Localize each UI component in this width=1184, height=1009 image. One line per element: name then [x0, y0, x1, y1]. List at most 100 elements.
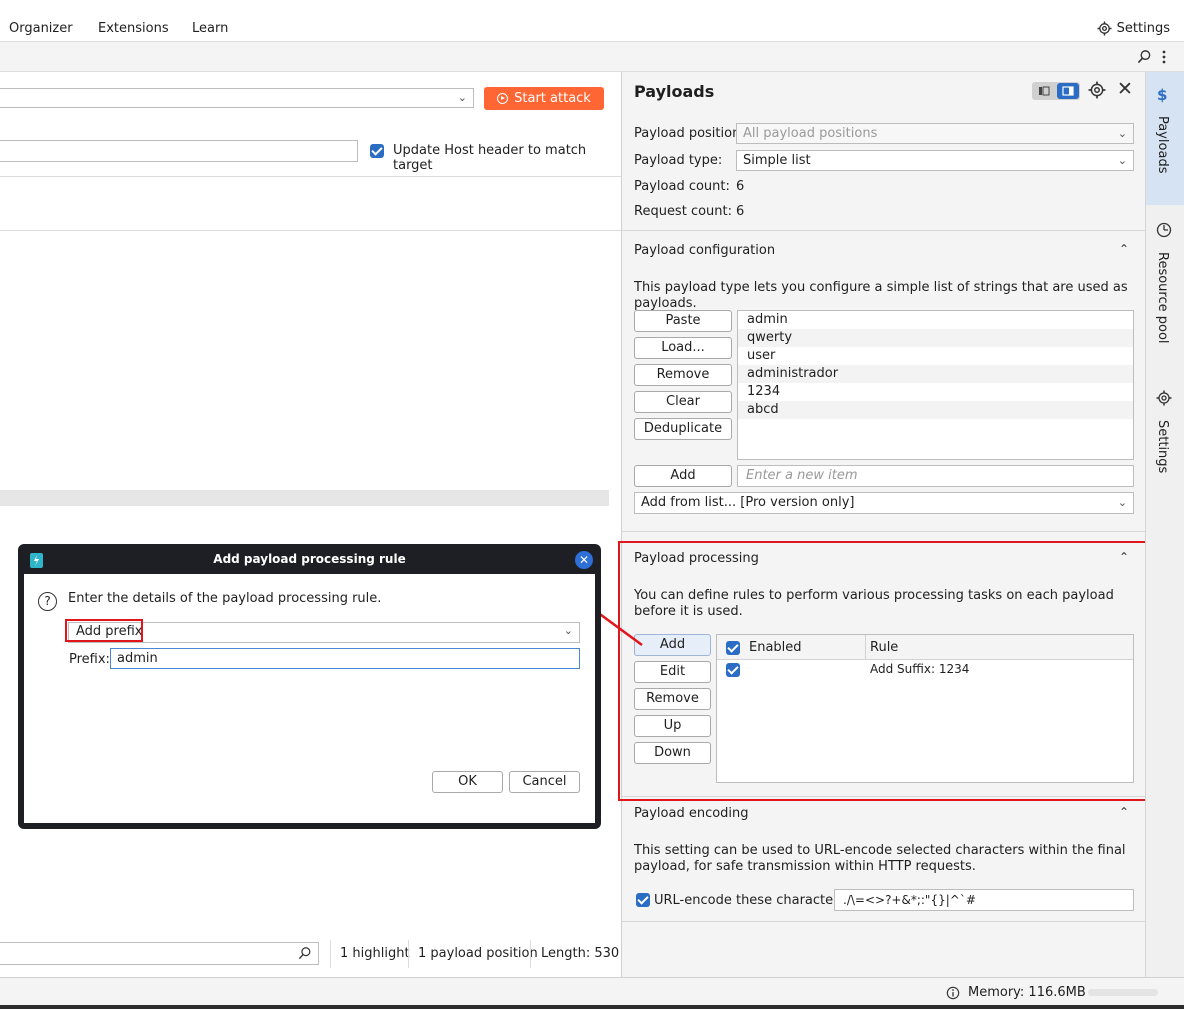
payload-count-value: 6	[736, 179, 745, 194]
payload-encoding-title: Payload encoding	[634, 806, 749, 821]
target-host-input[interactable]	[0, 140, 358, 162]
prefix-label: Prefix:	[69, 652, 110, 667]
remove-button[interactable]: Remove	[634, 364, 732, 386]
clear-button[interactable]: Clear	[634, 391, 732, 413]
payload-encoding-description: This setting can be used to URL-encode s…	[634, 843, 1126, 874]
info-icon	[946, 986, 960, 999]
dialog-instruction: Enter the details of the payload process…	[68, 591, 382, 606]
help-icon: ?	[38, 592, 57, 611]
divider	[530, 940, 531, 968]
payload-configuration-description: This payload type lets you configure a s…	[634, 280, 1128, 311]
chevron-down-icon: ⌄	[1117, 496, 1127, 509]
dialog-title: Add payload processing rule	[213, 552, 406, 566]
gear-icon	[1097, 21, 1112, 36]
memory-indicator: Memory: 116.6MB	[946, 985, 1086, 1000]
payload-count-label: Payload count:	[634, 179, 730, 194]
payloads-title: Payloads	[634, 82, 715, 101]
paste-button[interactable]: Paste	[634, 310, 732, 332]
play-icon	[497, 93, 509, 104]
rule-type-select[interactable]: ⌄	[68, 622, 580, 643]
divider	[622, 531, 1145, 532]
payloads-pane: Payloads ✕ Payload position: All payload…	[622, 72, 1145, 977]
request-count-label: Request count:	[634, 204, 732, 219]
search-icon[interactable]	[1137, 49, 1152, 64]
new-item-input[interactable]: Enter a new item	[737, 465, 1134, 487]
rule-type-highlight	[65, 619, 143, 642]
divider	[0, 230, 622, 231]
secondary-toolbar	[0, 42, 1184, 72]
update-host-checkbox[interactable]	[370, 144, 384, 158]
request-length: Length: 530	[541, 946, 620, 961]
start-attack-button[interactable]: Start attack	[484, 87, 604, 110]
divider	[622, 230, 1145, 231]
list-item[interactable]: admin	[738, 311, 1133, 329]
request-count-value: 6	[736, 204, 745, 219]
start-attack-label: Start attack	[514, 91, 591, 106]
add-item-button[interactable]: Add	[634, 465, 732, 487]
divider	[0, 176, 622, 177]
list-item[interactable]: qwerty	[738, 329, 1133, 347]
chevron-down-icon: ⌄	[1117, 154, 1127, 167]
divider	[622, 921, 1145, 922]
dialog-body: ? Enter the details of the payload proce…	[24, 574, 595, 823]
settings-label: Settings	[1116, 21, 1170, 36]
chevron-down-icon: ⌄	[457, 91, 467, 104]
more-options-icon[interactable]	[1161, 50, 1167, 64]
menu-extensions[interactable]: Extensions	[98, 21, 169, 36]
payload-list[interactable]: admin qwerty user administrador 1234 abc…	[737, 310, 1134, 460]
close-icon[interactable]: ✕	[575, 551, 593, 569]
layout-toggle[interactable]	[1032, 82, 1080, 100]
tab-payloads[interactable]: $ Payloads	[1146, 72, 1184, 205]
payload-type-select[interactable]: Simple list ⌄	[736, 150, 1134, 171]
url-encode-chars-input[interactable]: ./\=<>?+&*;:"{}|^`#	[834, 889, 1134, 911]
search-icon	[298, 947, 311, 960]
attack-config-pane: ⌄ Start attack Update Host header to mat…	[0, 72, 622, 977]
payload-processing-highlight	[618, 541, 1151, 801]
side-tab-bar: $ Payloads Resource pool Settings	[1145, 72, 1184, 977]
list-item[interactable]: user	[738, 347, 1133, 365]
ok-button[interactable]: OK	[432, 771, 503, 793]
list-item[interactable]: abcd	[738, 401, 1133, 419]
list-item[interactable]: administrador	[738, 365, 1133, 383]
payload-type-value: Simple list	[743, 153, 811, 168]
status-bar: Memory: 116.6MB	[0, 977, 1184, 1005]
deduplicate-button[interactable]: Deduplicate	[634, 418, 732, 440]
payload-configuration-title: Payload configuration	[634, 243, 776, 258]
attack-type-select[interactable]: ⌄	[0, 88, 474, 108]
window-bottom-edge	[0, 1005, 1184, 1009]
menu-organizer[interactable]: Organizer	[9, 21, 73, 36]
add-from-list-select[interactable]: Add from list... [Pro version only] ⌄	[634, 492, 1134, 514]
divider	[330, 940, 331, 968]
chevron-up-icon[interactable]: ⌃	[1119, 242, 1129, 256]
close-icon[interactable]: ✕	[1117, 78, 1133, 100]
menu-learn[interactable]: Learn	[192, 21, 228, 36]
payload-type-label: Payload type:	[634, 153, 723, 168]
list-item[interactable]: 1234	[738, 383, 1133, 401]
divider	[408, 940, 409, 968]
memory-bar	[1088, 989, 1158, 996]
tab-payloads-label: Payloads	[1155, 116, 1170, 174]
prefix-input[interactable]: admin	[110, 648, 580, 669]
tab-settings[interactable]: Settings	[1146, 382, 1184, 482]
request-search-input[interactable]	[0, 942, 319, 965]
add-from-list-value: Add from list... [Pro version only]	[641, 495, 855, 510]
load-button[interactable]: Load...	[634, 337, 732, 359]
cancel-button[interactable]: Cancel	[509, 771, 580, 793]
list-view-icon[interactable]	[1034, 84, 1054, 98]
chevron-up-icon[interactable]: ⌃	[1119, 805, 1129, 819]
panel-view-icon[interactable]	[1057, 83, 1079, 99]
payload-position-select: All payload positions ⌄	[736, 123, 1134, 144]
settings-button[interactable]: Settings	[1097, 21, 1170, 36]
gear-icon[interactable]	[1088, 81, 1106, 99]
highlight-count: 1 highlight	[340, 946, 410, 961]
editor-scrollbar[interactable]	[0, 490, 609, 506]
clock-icon	[1156, 222, 1172, 238]
chevron-down-icon: ⌄	[563, 624, 573, 637]
url-encode-label: URL-encode these characters:	[654, 893, 850, 908]
add-processing-rule-dialog: Add payload processing rule ✕ ? Enter th…	[18, 544, 601, 829]
payload-position-count: 1 payload position	[418, 946, 538, 961]
tab-resource-pool[interactable]: Resource pool	[1146, 212, 1184, 372]
update-host-label: Update Host header to match target	[393, 143, 587, 173]
chevron-down-icon: ⌄	[1117, 127, 1127, 140]
url-encode-checkbox[interactable]	[636, 893, 650, 907]
